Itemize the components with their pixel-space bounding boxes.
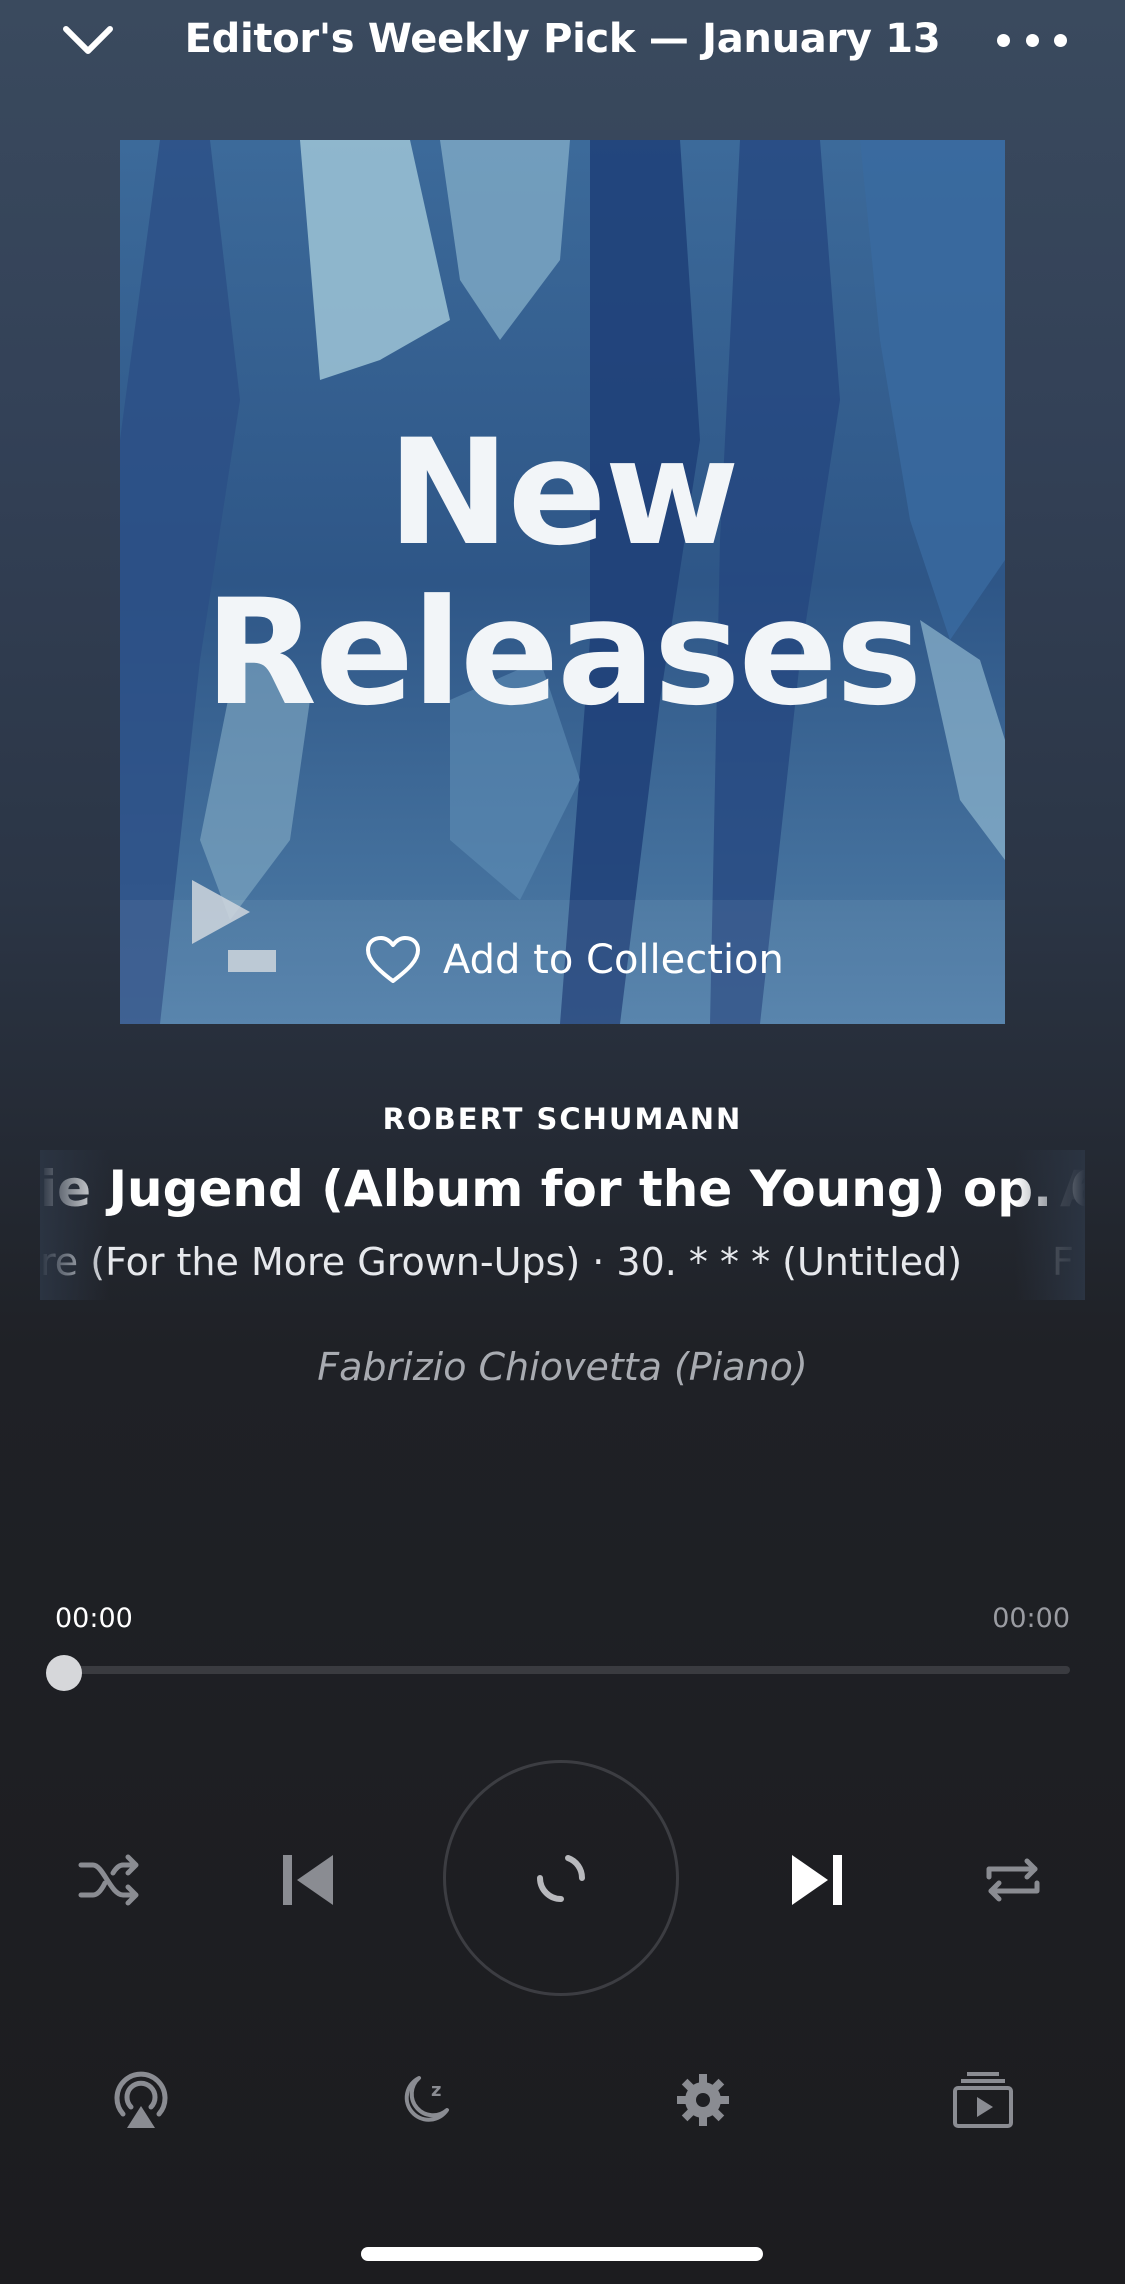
play-queue-icon[interactable] [188, 870, 298, 980]
home-indicator [361, 2247, 763, 2261]
more-dots-icon[interactable] [997, 18, 1067, 62]
loading-spinner-icon [537, 1855, 586, 1902]
marquee-fade-right [1015, 1150, 1085, 1300]
svg-text:z: z [431, 2080, 441, 2101]
movement-title-marquee: re (For the More Grown-Ups) · 30. * * * … [40, 1240, 1085, 1296]
skip-next-icon[interactable] [787, 1848, 847, 1912]
composer-name: ROBERT SCHUMANN [382, 1102, 743, 1136]
work-title-marquee: ie Jugend (Album for the Young) op. 68 A [40, 1160, 1085, 1230]
airplay-icon[interactable] [101, 2065, 181, 2135]
performer-name: Fabrizio Chiovetta (Piano) [317, 1345, 808, 1389]
add-to-collection-label: Add to Collection [443, 937, 784, 983]
shuffle-icon[interactable] [75, 1850, 145, 1910]
progress-knob[interactable] [46, 1655, 82, 1691]
gear-icon[interactable] [663, 2065, 743, 2135]
sleep-timer-icon[interactable]: z [383, 2065, 463, 2135]
playlist-title: Editor's Weekly Pick — January 13 [184, 16, 941, 62]
work-title: ie Jugend (Album for the Young) op. 68 [40, 1160, 1085, 1218]
top-bar: Editor's Weekly Pick — January 13 [0, 0, 1125, 80]
artwork-title-line2: Releases [204, 568, 923, 738]
progress-track[interactable] [55, 1666, 1070, 1674]
queue-icon[interactable] [943, 2065, 1023, 2135]
movement-title: re (For the More Grown-Ups) · 30. * * * … [40, 1240, 963, 1284]
artwork-title-line1: New [387, 408, 739, 578]
skip-previous-icon[interactable] [278, 1848, 338, 1912]
heart-icon [366, 936, 420, 983]
album-artwork: New Releases Add to Collection [120, 140, 1005, 1024]
elapsed-time: 00:00 [55, 1603, 133, 1634]
marquee-fade-left [40, 1150, 110, 1300]
play-pause-button[interactable] [443, 1760, 679, 1996]
repeat-icon[interactable] [978, 1850, 1048, 1910]
add-to-collection-button[interactable]: Add to Collection [365, 930, 784, 990]
total-time: 00:00 [992, 1603, 1070, 1634]
chevron-down-icon[interactable] [58, 18, 118, 62]
